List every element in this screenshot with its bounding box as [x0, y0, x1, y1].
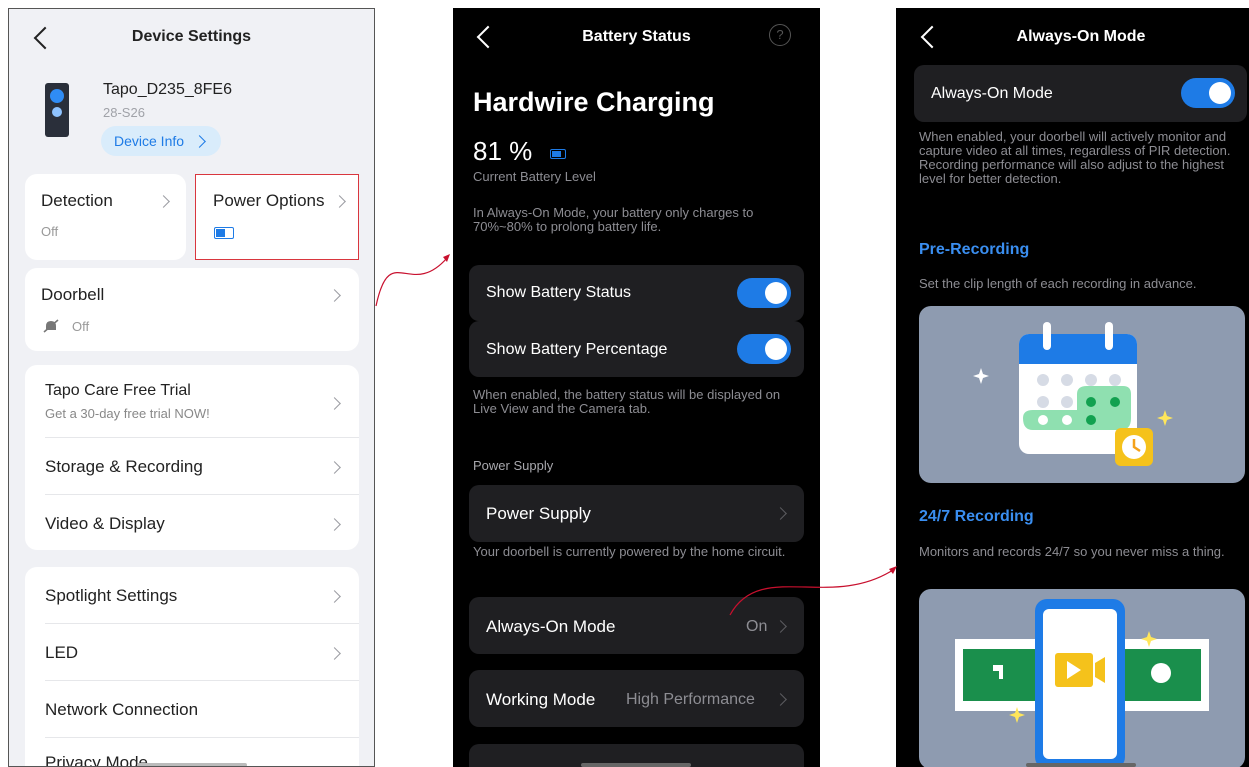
pre-recording-title: Pre-Recording	[919, 241, 1030, 258]
power-supply-row[interactable]: Power Supply	[469, 485, 804, 542]
power-options-label: Power Options	[213, 191, 325, 210]
device-name: Tapo_D235_8FE6	[103, 81, 232, 98]
chevron-right-icon	[328, 590, 341, 603]
always-on-mode-screen: Always-On Mode Always-On Mode When enabl…	[896, 8, 1249, 767]
battery-icon	[214, 227, 234, 239]
doorbell-label: Doorbell	[41, 285, 105, 304]
bell-off-icon	[43, 319, 59, 333]
doorbell-value: Off	[72, 319, 90, 334]
page-title: Device Settings	[131, 28, 252, 45]
working-mode-row[interactable]: Working Mode High Performance	[469, 670, 804, 727]
power-supply-note: Your doorbell is currently powered by th…	[473, 544, 786, 559]
chevron-right-icon	[774, 620, 787, 633]
menu-item-video-display[interactable]: Video & Display	[45, 514, 165, 534]
toggle-note: When enabled, the battery status will be…	[473, 387, 781, 416]
menu-item-tapo-care-sub: Get a 30-day free trial NOW!	[45, 406, 210, 421]
chevron-right-icon	[774, 507, 787, 520]
doorbell-device-icon	[45, 83, 69, 137]
page-title: Always-On Mode	[1016, 28, 1146, 45]
show-battery-status-label: Show Battery Status	[486, 284, 631, 301]
battery-note: In Always-On Mode, your battery only cha…	[473, 205, 754, 234]
chevron-right-icon	[193, 135, 206, 148]
menu-item-tapo-care-label[interactable]: Tapo Care Free Trial	[45, 382, 191, 400]
show-battery-status-toggle[interactable]	[737, 278, 791, 308]
battery-status-screen: Battery Status ? Hardwire Charging 81 % …	[453, 8, 820, 767]
always-on-toggle-row: Always-On Mode	[914, 65, 1247, 122]
always-on-toggle[interactable]	[1181, 78, 1235, 108]
divider	[45, 737, 359, 738]
detection-card[interactable]: Detection Off	[25, 174, 186, 260]
power-supply-section-title: Power Supply	[473, 458, 554, 473]
always-on-toggle-label: Always-On Mode	[931, 85, 1053, 102]
recording-247-title: 24/7 Recording	[919, 508, 1034, 525]
chevron-right-icon	[333, 195, 346, 208]
menu-item-network[interactable]: Network Connection	[45, 700, 198, 720]
home-indicator	[581, 763, 691, 767]
divider	[45, 494, 359, 495]
calendar-clock-icon	[973, 322, 1173, 466]
pre-recording-description: Set the clip length of each recording in…	[919, 276, 1197, 291]
always-on-mode-value: On	[746, 618, 768, 635]
power-options-card[interactable]: Power Options	[195, 174, 359, 260]
menu-group-2: Spotlight Settings LED Network Connectio…	[25, 567, 359, 766]
recording-247-description: Monitors and records 24/7 so you never m…	[919, 544, 1225, 559]
callout-arrowhead	[443, 254, 450, 262]
power-supply-label: Power Supply	[486, 504, 591, 523]
phone-video-icon	[955, 599, 1209, 767]
always-on-description: When enabled, your doorbell will activel…	[919, 129, 1231, 186]
help-icon[interactable]: ?	[769, 24, 791, 46]
menu-item-storage[interactable]: Storage & Recording	[45, 457, 203, 477]
menu-item-spotlight[interactable]: Spotlight Settings	[45, 586, 177, 606]
chevron-right-icon	[328, 647, 341, 660]
divider	[45, 437, 359, 438]
detection-label: Detection	[41, 191, 113, 210]
divider	[45, 623, 359, 624]
working-mode-value: High Performance	[626, 691, 755, 708]
pre-recording-illustration	[919, 306, 1245, 483]
doorbell-card[interactable]: Doorbell Off	[25, 268, 359, 351]
device-info-button[interactable]: Device Info	[101, 126, 221, 156]
menu-item-led[interactable]: LED	[45, 643, 78, 663]
show-battery-percentage-toggle[interactable]	[737, 334, 791, 364]
charging-heading: Hardwire Charging	[473, 87, 715, 117]
chevron-right-icon	[157, 195, 170, 208]
chevron-right-icon	[328, 289, 341, 302]
device-model: 28-S26	[103, 105, 145, 120]
show-battery-percentage-label: Show Battery Percentage	[486, 341, 668, 358]
battery-percent: 81 %	[473, 136, 533, 166]
always-on-mode-label: Always-On Mode	[486, 617, 616, 636]
show-battery-status-row: Show Battery Status	[469, 265, 804, 321]
battery-level-label: Current Battery Level	[473, 169, 596, 184]
callout-arrow-to-battery	[375, 257, 448, 307]
home-indicator	[137, 763, 247, 766]
home-indicator	[1026, 763, 1136, 767]
chevron-right-icon	[328, 397, 341, 410]
menu-group-1: Tapo Care Free Trial Get a 30-day free t…	[25, 365, 359, 550]
detection-value: Off	[41, 224, 59, 239]
menu-item-privacy[interactable]: Privacy Mode	[45, 753, 148, 766]
page-title: Battery Status	[582, 28, 691, 45]
show-battery-percentage-row: Show Battery Percentage	[469, 321, 804, 377]
device-settings-screen: Device Settings Tapo_D235_8FE6 28-S26 De…	[8, 8, 375, 767]
chevron-right-icon	[328, 518, 341, 531]
device-info-label: Device Info	[114, 133, 185, 149]
chevron-right-icon	[328, 461, 341, 474]
always-on-mode-row[interactable]: Always-On Mode On	[469, 597, 804, 654]
recording-247-illustration	[919, 589, 1245, 767]
divider	[45, 680, 359, 681]
battery-icon	[550, 149, 566, 159]
chevron-right-icon	[774, 693, 787, 706]
working-mode-label: Working Mode	[486, 690, 596, 709]
